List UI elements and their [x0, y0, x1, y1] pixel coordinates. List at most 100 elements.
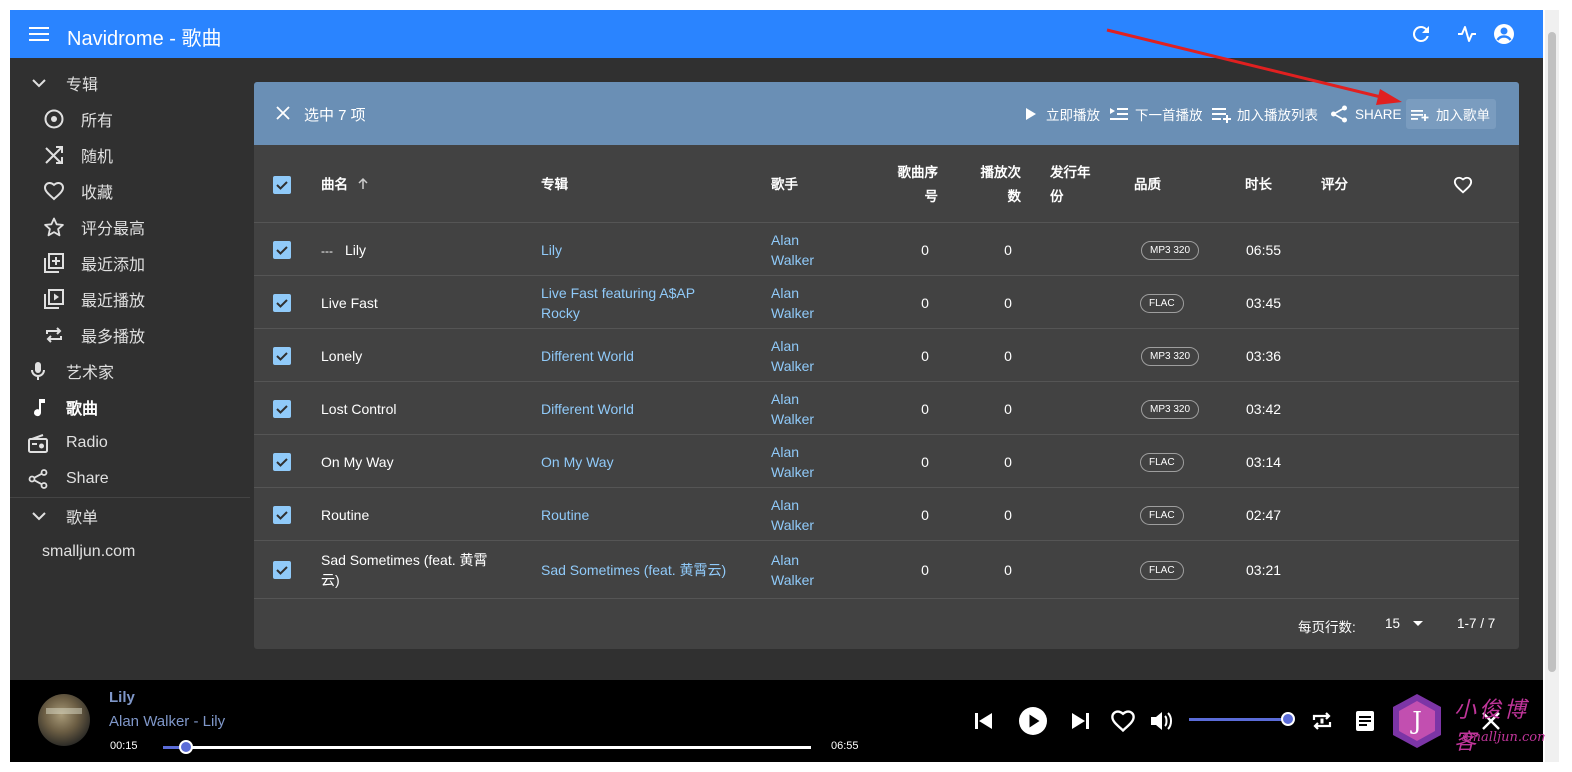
sidebar-albums-header[interactable]: 专辑	[10, 65, 250, 101]
artist-text: Alan	[771, 338, 800, 354]
song-title[interactable]: --- Lily	[321, 240, 501, 261]
album-link[interactable]: Routine	[541, 505, 751, 525]
heart-icon[interactable]	[1453, 175, 1473, 195]
player-title[interactable]: Lily	[109, 689, 135, 706]
select-all-checkbox[interactable]	[273, 176, 291, 194]
row-checkbox[interactable]	[273, 506, 291, 524]
rows-per-page-select[interactable]: 15	[1385, 616, 1424, 631]
artist-link[interactable]: Alan Walker	[771, 550, 814, 590]
album-cover[interactable]	[38, 694, 90, 746]
column-header-album[interactable]: 专辑	[541, 173, 568, 197]
album-link[interactable]: Live Fast featuring A$AP Rocky	[541, 283, 751, 323]
play-now-button[interactable]: 立即播放	[1020, 103, 1100, 125]
skip-previous-icon[interactable]	[971, 708, 997, 734]
heart-icon[interactable]	[1110, 708, 1136, 734]
album-link[interactable]: Lily	[541, 240, 751, 260]
sidebar-item-most-played[interactable]: 最多播放	[10, 317, 250, 353]
duration: 03:21	[1246, 562, 1282, 578]
column-header-artist[interactable]: 歌手	[771, 173, 798, 197]
row-checkbox[interactable]	[273, 561, 291, 579]
column-header-title[interactable]: 曲名	[321, 173, 370, 197]
song-title[interactable]: On My Way	[321, 452, 501, 472]
sidebar-item-artists[interactable]: 艺术家	[10, 353, 250, 389]
player-subtitle[interactable]: Alan Walker - Lily	[109, 713, 225, 730]
play-count: 0	[1004, 454, 1012, 470]
activity-icon[interactable]	[1455, 22, 1479, 46]
sidebar-item-share[interactable]: Share	[10, 461, 250, 497]
table-row[interactable]: Lost Control Different World Alan Walker 0 0 M…	[254, 382, 1519, 435]
row-checkbox[interactable]	[273, 294, 291, 312]
library-add-icon	[44, 253, 64, 273]
sidebar-item-top-rated[interactable]: 评分最高	[10, 209, 250, 245]
row-checkbox[interactable]	[273, 400, 291, 418]
queue-play-next-icon	[1110, 108, 1128, 120]
sidebar-item-playlist[interactable]: smalljun.com	[10, 534, 250, 570]
table-row[interactable]: On My Way On My Way Alan Walker 0 0 FLAC 03:14	[254, 435, 1519, 488]
album-link[interactable]: Sad Sometimes (feat. 黄霄云)	[541, 560, 751, 580]
sidebar-playlists-header[interactable]: 歌单	[10, 498, 250, 534]
play-icon[interactable]	[1018, 706, 1048, 736]
table-row[interactable]: Routine Routine Alan Walker 0 0 FLAC 02:47	[254, 488, 1519, 541]
add-to-queue-button[interactable]: 加入播放列表	[1211, 103, 1318, 125]
sidebar-item-songs[interactable]: 歌曲	[10, 389, 250, 425]
column-header-plays[interactable]: 播放次 数	[966, 161, 1022, 209]
quality-badge: FLAC	[1140, 453, 1184, 472]
scrollbar-thumb[interactable]	[1548, 32, 1556, 672]
sidebar-item-recently-played[interactable]: 最近播放	[10, 281, 250, 317]
share-button[interactable]: SHARE	[1329, 103, 1402, 125]
close-icon[interactable]	[276, 106, 290, 120]
column-header-year[interactable]: 发行年 份	[1050, 161, 1091, 209]
artist-link[interactable]: Alan Walker	[771, 283, 814, 323]
volume-slider[interactable]	[1189, 718, 1289, 721]
title-text: Live Fast	[321, 295, 378, 311]
play-next-button[interactable]: 下一首播放	[1109, 103, 1203, 125]
app-window: Navidrome - 歌曲 专辑 所有 随机 收藏 评分最高 最近添加 最近播…	[10, 10, 1543, 762]
song-title[interactable]: Routine	[321, 505, 501, 525]
repeat-icon[interactable]	[1309, 708, 1335, 734]
skip-next-icon[interactable]	[1067, 708, 1093, 734]
window-scrollbar[interactable]	[1545, 10, 1559, 762]
account-icon[interactable]	[1492, 22, 1516, 46]
table-row[interactable]: Lonely Different World Alan Walker 0 0 MP3 320…	[254, 329, 1519, 382]
sidebar-item-recently-added[interactable]: 最近添加	[10, 245, 250, 281]
table-row[interactable]: Sad Sometimes (feat. 黄霄 云) Sad Sometimes (…	[254, 541, 1519, 599]
song-title[interactable]: Sad Sometimes (feat. 黄霄 云)	[321, 550, 501, 590]
column-header-track[interactable]: 歌曲序 号	[884, 161, 939, 209]
refresh-icon[interactable]	[1409, 22, 1433, 46]
lyrics-icon[interactable]	[1352, 708, 1378, 734]
song-title[interactable]: Lost Control	[321, 399, 501, 419]
sidebar-label: 歌单	[66, 510, 99, 527]
progress-handle[interactable]	[179, 740, 193, 754]
track-number: 0	[921, 562, 929, 578]
song-title[interactable]: Live Fast	[321, 293, 501, 313]
artist-link[interactable]: Alan Walker	[771, 336, 814, 376]
album-link[interactable]: On My Way	[541, 452, 751, 472]
row-checkbox[interactable]	[273, 347, 291, 365]
album-link[interactable]: Different World	[541, 346, 751, 366]
sidebar-item-favorites[interactable]: 收藏	[10, 173, 250, 209]
repeat-icon	[46, 327, 62, 343]
row-checkbox[interactable]	[273, 453, 291, 471]
sidebar-item-radio[interactable]: Radio	[10, 425, 250, 461]
album-link[interactable]: Different World	[541, 399, 751, 419]
add-to-playlist-button[interactable]: 加入歌单	[1406, 99, 1496, 129]
artist-link[interactable]: Alan Walker	[771, 495, 814, 535]
artist-link[interactable]: Alan Walker	[771, 389, 814, 429]
row-checkbox[interactable]	[273, 241, 291, 259]
song-title[interactable]: Lonely	[321, 346, 501, 366]
column-header-duration[interactable]: 时长	[1245, 173, 1272, 197]
table-row[interactable]: --- Lily Lily Alan Walker 0 0 MP3 320 06:55	[254, 223, 1519, 276]
column-header-rating[interactable]: 评分	[1321, 173, 1348, 197]
artist-link[interactable]: Alan Walker	[771, 442, 814, 482]
menu-icon[interactable]	[28, 24, 50, 44]
share-icon	[1331, 105, 1347, 123]
artist-link[interactable]: Alan Walker	[771, 230, 814, 270]
column-header-quality[interactable]: 品质	[1134, 173, 1161, 197]
artist-text: Walker	[771, 464, 815, 480]
sidebar-item-random[interactable]: 随机	[10, 137, 250, 173]
progress-track[interactable]	[163, 746, 811, 749]
volume-icon[interactable]	[1148, 708, 1174, 734]
volume-handle[interactable]	[1281, 712, 1295, 726]
sidebar-item-all[interactable]: 所有	[10, 101, 250, 137]
table-row[interactable]: Live Fast Live Fast featuring A$AP Rocky Al…	[254, 276, 1519, 329]
